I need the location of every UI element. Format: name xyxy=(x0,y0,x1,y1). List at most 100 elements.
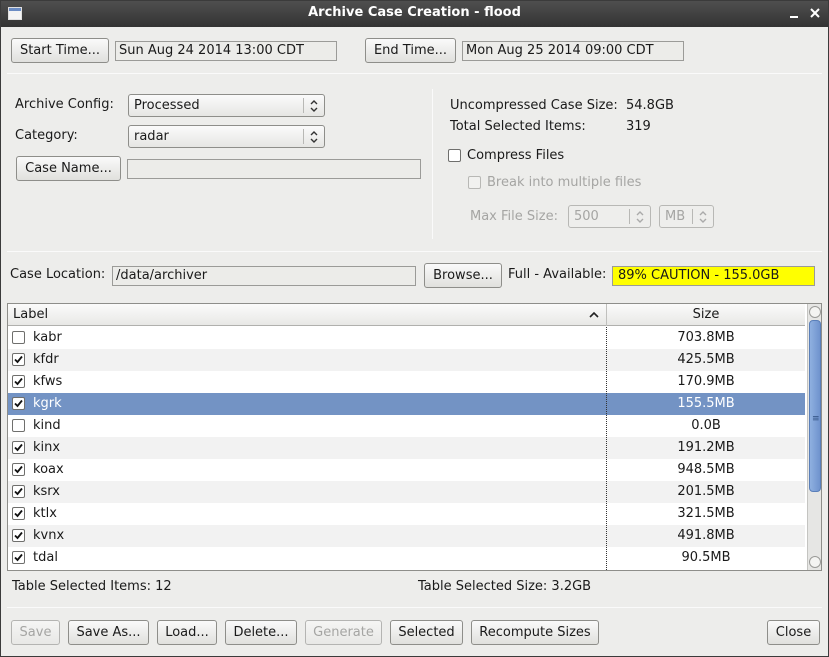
close-window-icon[interactable] xyxy=(807,5,823,21)
row-checkbox[interactable] xyxy=(12,331,25,344)
full-available-label: Full - Available: xyxy=(508,267,607,282)
case-location-field: /data/archiver xyxy=(112,266,416,286)
archive-items-table[interactable]: Label Size kabr 703.8MB kfdr 425.5MB kfws 170… xyxy=(7,303,822,571)
case-name-field[interactable] xyxy=(127,159,421,179)
row-checkbox[interactable] xyxy=(12,419,25,432)
table-row[interactable]: kabr 703.8MB xyxy=(8,327,805,349)
row-label: ktlx xyxy=(33,506,57,521)
delete-button[interactable]: Delete... xyxy=(225,620,297,645)
uncompressed-size-label: Uncompressed Case Size: xyxy=(450,98,618,113)
archive-config-value: Processed xyxy=(134,98,200,113)
max-file-size-value: 500 xyxy=(574,209,599,224)
row-size: 948.5MB xyxy=(677,462,735,477)
table-selected-size: Table Selected Size: 3.2GB xyxy=(418,579,592,594)
max-file-size-unit-select[interactable]: MB xyxy=(659,205,714,228)
table-row[interactable]: tdal 90.5MB xyxy=(8,547,805,569)
row-checkbox[interactable] xyxy=(12,529,25,542)
row-label: koax xyxy=(33,462,64,477)
table-row[interactable]: koax 948.5MB xyxy=(8,459,805,481)
scroll-up-icon[interactable] xyxy=(809,306,821,318)
table-row[interactable]: kgrk 155.5MB xyxy=(8,393,805,415)
start-time-button[interactable]: Start Time... xyxy=(11,38,109,63)
row-size: 703.8MB xyxy=(677,330,735,345)
break-files-label: Break into multiple files xyxy=(487,175,642,190)
table-row[interactable]: kfdr 425.5MB xyxy=(8,349,805,371)
checkmark-icon xyxy=(14,443,23,452)
column-header-size[interactable]: Size xyxy=(607,307,805,323)
row-checkbox[interactable] xyxy=(12,397,25,410)
compress-files-label: Compress Files xyxy=(467,148,565,163)
category-select[interactable]: radar xyxy=(128,125,325,148)
row-label: kabr xyxy=(33,330,62,345)
total-selected-label: Total Selected Items: xyxy=(450,119,586,134)
generate-button[interactable]: Generate xyxy=(305,620,382,645)
column-header-label[interactable]: Label xyxy=(13,307,48,323)
start-time-field: Sun Aug 24 2014 13:00 CDT xyxy=(115,41,337,61)
end-time-field: Mon Aug 25 2014 09:00 CDT xyxy=(462,41,684,61)
minimize-icon[interactable] xyxy=(786,5,802,21)
title-bar[interactable]: Archive Case Creation - flood xyxy=(1,1,828,27)
row-size: 155.5MB xyxy=(677,396,735,411)
row-checkbox[interactable] xyxy=(12,463,25,476)
row-size: 425.5MB xyxy=(677,352,735,367)
row-size: 170.9MB xyxy=(677,374,735,389)
row-checkbox[interactable] xyxy=(12,551,25,564)
row-label: tdal xyxy=(33,550,58,565)
row-label: ksrx xyxy=(33,484,60,499)
table-row[interactable]: kvnx 491.8MB xyxy=(8,525,805,547)
table-row[interactable]: kfws 170.9MB xyxy=(8,371,805,393)
checkmark-icon xyxy=(14,465,23,474)
row-size: 321.5MB xyxy=(677,506,735,521)
separator xyxy=(432,89,433,239)
row-label: kfdr xyxy=(33,352,59,367)
end-time-button[interactable]: End Time... xyxy=(365,38,456,63)
archive-config-label: Archive Config: xyxy=(15,97,114,112)
archive-config-select[interactable]: Processed xyxy=(128,94,325,117)
archive-case-window: Archive Case Creation - flood Start Time… xyxy=(0,0,829,657)
total-selected-value: 319 xyxy=(626,119,651,134)
table-row[interactable]: ktlx 321.5MB xyxy=(8,503,805,525)
checkmark-icon xyxy=(14,531,23,540)
row-checkbox[interactable] xyxy=(12,485,25,498)
table-scrollbar[interactable]: ≡ xyxy=(807,304,821,570)
checkmark-icon xyxy=(14,377,23,386)
updown-arrows-icon xyxy=(310,131,318,143)
break-files-checkbox[interactable] xyxy=(468,176,481,189)
row-checkbox[interactable] xyxy=(12,353,25,366)
category-label: Category: xyxy=(15,128,78,143)
selected-button[interactable]: Selected xyxy=(390,620,463,645)
save-button[interactable]: Save xyxy=(11,620,60,645)
table-row[interactable]: kinx 191.2MB xyxy=(8,437,805,459)
checkmark-icon xyxy=(14,487,23,496)
row-size: 201.5MB xyxy=(677,484,735,499)
scrollbar-thumb[interactable]: ≡ xyxy=(809,320,821,492)
checkmark-icon xyxy=(14,509,23,518)
updown-arrows-icon xyxy=(699,211,707,223)
separator xyxy=(7,73,822,74)
max-file-size-spinner[interactable]: 500 xyxy=(568,205,651,228)
table-row[interactable]: ksrx 201.5MB xyxy=(8,481,805,503)
scroll-down-icon[interactable] xyxy=(809,556,821,568)
row-checkbox[interactable] xyxy=(12,375,25,388)
recompute-sizes-button[interactable]: Recompute Sizes xyxy=(471,620,599,645)
row-label: kinx xyxy=(33,440,61,455)
browse-button[interactable]: Browse... xyxy=(424,263,502,288)
uncompressed-size-value: 54.8GB xyxy=(626,98,674,113)
row-checkbox[interactable] xyxy=(12,441,25,454)
case-name-button[interactable]: Case Name... xyxy=(16,156,121,181)
checkmark-icon xyxy=(14,355,23,364)
case-location-label: Case Location: xyxy=(10,267,106,282)
save-as-button[interactable]: Save As... xyxy=(68,620,149,645)
max-file-size-label: Max File Size: xyxy=(470,209,558,224)
max-file-size-unit: MB xyxy=(665,209,686,224)
category-value: radar xyxy=(134,129,169,144)
row-label: kvnx xyxy=(33,528,65,543)
row-size: 0.0B xyxy=(691,418,721,433)
load-button[interactable]: Load... xyxy=(157,620,217,645)
table-selected-items: Table Selected Items: 12 xyxy=(12,579,172,594)
table-row[interactable]: kind 0.0B xyxy=(8,415,805,437)
compress-files-checkbox[interactable] xyxy=(448,149,461,162)
row-checkbox[interactable] xyxy=(12,507,25,520)
row-size: 191.2MB xyxy=(677,440,735,455)
close-button[interactable]: Close xyxy=(767,620,820,645)
